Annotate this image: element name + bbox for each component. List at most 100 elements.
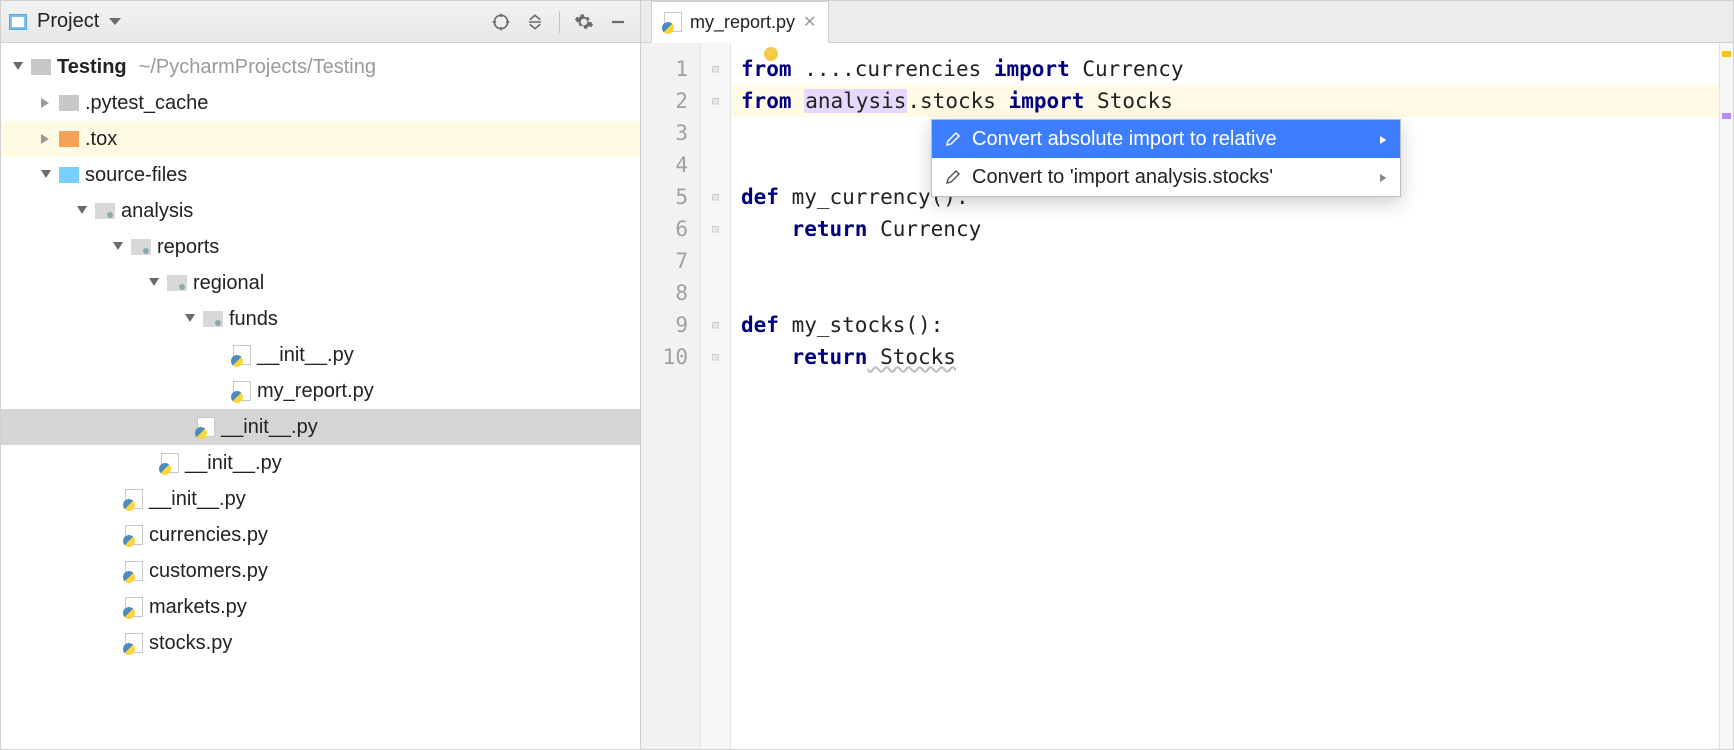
tree-node-customers[interactable]: customers.py (1, 553, 640, 589)
chevron-right-icon (1380, 123, 1388, 155)
tree-node-reports[interactable]: reports (1, 229, 640, 265)
tree-label: my_report.py (257, 380, 374, 403)
tree-label: reports (157, 236, 219, 259)
locate-icon[interactable] (487, 8, 515, 36)
pencil-icon (944, 130, 962, 148)
python-file-icon (125, 525, 143, 545)
tree-label: .tox (85, 128, 117, 151)
error-stripe[interactable] (1719, 43, 1733, 749)
chevron-down-icon[interactable] (11, 60, 25, 74)
close-icon[interactable]: ✕ (803, 12, 816, 32)
pencil-icon (944, 168, 962, 186)
code-line: from analysis.stocks import Stocks (741, 85, 1719, 117)
python-file-icon (233, 381, 251, 401)
sidebar-header: Project (1, 1, 640, 43)
code-line: def my_stocks(): (741, 309, 1719, 341)
tree-node-source-files[interactable]: source-files (1, 157, 640, 193)
dropdown-triangle-icon[interactable] (109, 18, 121, 25)
python-file-icon (161, 453, 179, 473)
tree-node-regional-init[interactable]: __init__.py (1, 409, 640, 445)
tree-label: currencies.py (149, 524, 268, 547)
code-editor[interactable]: 1 2 3 4 5 6 7 8 9 10 ⊟⊟⊟⊡⊟⊡ from ....cur… (641, 43, 1733, 749)
code-line: from ....currencies import Currency (741, 53, 1719, 85)
tree-node-my-report[interactable]: my_report.py (1, 373, 640, 409)
minimize-icon[interactable] (604, 8, 632, 36)
tree-node-funds-init[interactable]: __init__.py (1, 337, 640, 373)
line-number-gutter: 1 2 3 4 5 6 7 8 9 10 (641, 43, 701, 749)
python-file-icon (125, 597, 143, 617)
tree-label: __init__.py (185, 452, 282, 475)
folder-icon (31, 59, 51, 75)
line-number: 6 (641, 213, 688, 245)
line-number: 9 (641, 309, 688, 341)
intention-label: Convert to 'import analysis.stocks' (972, 161, 1273, 193)
chevron-down-icon[interactable] (111, 240, 125, 254)
package-icon (95, 203, 115, 219)
project-icon (9, 14, 27, 30)
tree-node-funds[interactable]: funds (1, 301, 640, 337)
tree-node-root[interactable]: Testing ~/PycharmProjects/Testing (1, 49, 640, 85)
line-number: 2 (641, 85, 688, 117)
intention-bulb-icon[interactable] (764, 47, 778, 61)
sidebar-title[interactable]: Project (37, 10, 99, 33)
python-file-icon (125, 489, 143, 509)
chevron-right-icon[interactable] (39, 96, 53, 110)
tree-node-markets[interactable]: markets.py (1, 589, 640, 625)
python-file-icon (664, 12, 682, 32)
tree-label: regional (193, 272, 264, 295)
toolbar-divider (559, 11, 560, 33)
tree-node-analysis[interactable]: analysis (1, 193, 640, 229)
code-line: return Stocks (741, 341, 1719, 373)
intention-convert-import[interactable]: Convert to 'import analysis.stocks' (932, 158, 1400, 196)
package-icon (203, 311, 223, 327)
editor-area: my_report.py ✕ 1 2 3 4 5 6 7 8 9 10 ⊟⊟⊟⊡… (641, 1, 1733, 749)
tree-path: ~/PycharmProjects/Testing (139, 56, 376, 79)
code-line: return Currency (741, 213, 1719, 245)
line-number: 1 (641, 53, 688, 85)
folder-icon (59, 167, 79, 183)
line-number: 5 (641, 181, 688, 213)
collapse-all-icon[interactable] (521, 8, 549, 36)
folder-icon (59, 131, 79, 147)
warning-marker[interactable] (1722, 51, 1731, 57)
chevron-down-icon[interactable] (75, 204, 89, 218)
tree-label: source-files (85, 164, 187, 187)
package-icon (131, 239, 151, 255)
python-file-icon (197, 417, 215, 437)
tree-node-stocks[interactable]: stocks.py (1, 625, 640, 661)
tree-label: analysis (121, 200, 193, 223)
intention-popup: Convert absolute import to relative Conv… (931, 119, 1401, 197)
tree-label: Testing (57, 56, 127, 79)
intention-label: Convert absolute import to relative (972, 123, 1277, 155)
info-marker[interactable] (1722, 113, 1731, 119)
chevron-right-icon (1380, 161, 1388, 193)
chevron-down-icon[interactable] (39, 168, 53, 182)
tree-node-tox[interactable]: .tox (1, 121, 640, 157)
tree-label: funds (229, 308, 278, 331)
tree-label: __init__.py (221, 416, 318, 439)
package-icon (167, 275, 187, 291)
chevron-down-icon[interactable] (147, 276, 161, 290)
tree-node-reports-init[interactable]: __init__.py (1, 445, 640, 481)
python-file-icon (125, 633, 143, 653)
project-sidebar: Project Testing ~/PycharmProjects/Testin… (1, 1, 641, 749)
tree-label: stocks.py (149, 632, 232, 655)
tree-label: __init__.py (257, 344, 354, 367)
project-tree[interactable]: Testing ~/PycharmProjects/Testing .pytes… (1, 43, 640, 749)
fold-gutter[interactable]: ⊟⊟⊟⊡⊟⊡ (701, 43, 731, 749)
gear-icon[interactable] (570, 8, 598, 36)
line-number: 8 (641, 277, 688, 309)
code-content[interactable]: from ....currencies import Currency from… (731, 43, 1719, 749)
tree-node-pytest-cache[interactable]: .pytest_cache (1, 85, 640, 121)
line-number: 10 (641, 341, 688, 373)
tree-label: markets.py (149, 596, 247, 619)
intention-convert-relative[interactable]: Convert absolute import to relative (932, 120, 1400, 158)
tree-node-analysis-init[interactable]: __init__.py (1, 481, 640, 517)
python-file-icon (125, 561, 143, 581)
chevron-right-icon[interactable] (39, 132, 53, 146)
line-number: 7 (641, 245, 688, 277)
tab-my-report[interactable]: my_report.py ✕ (651, 1, 829, 43)
tree-node-currencies[interactable]: currencies.py (1, 517, 640, 553)
chevron-down-icon[interactable] (183, 312, 197, 326)
tree-node-regional[interactable]: regional (1, 265, 640, 301)
